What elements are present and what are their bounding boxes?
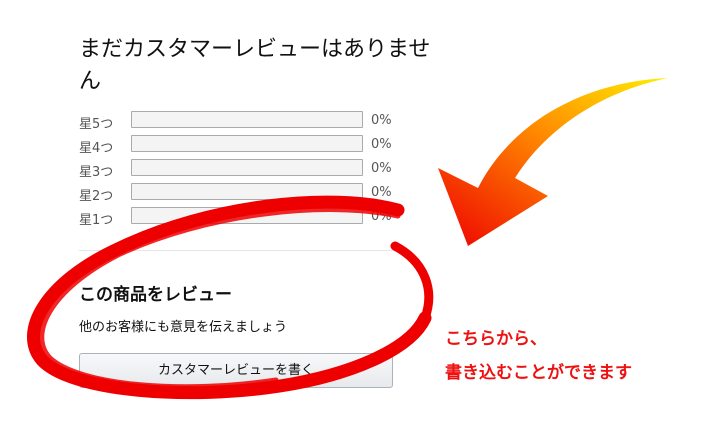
rating-bar[interactable] (131, 135, 363, 152)
rating-bar[interactable] (131, 111, 363, 128)
no-reviews-title: まだカスタマーレビューはありません (79, 37, 431, 94)
rating-label: 星3つ (79, 165, 114, 180)
rating-label: 星2つ (79, 189, 114, 204)
curved-arrow-icon (438, 78, 668, 246)
rating-percent[interactable]: 0% (371, 209, 392, 224)
rating-row-2[interactable]: 星2つ 0% (79, 183, 409, 204)
rating-label: 星4つ (79, 141, 114, 156)
annotation-text: こちらから、 書き込むことができます (445, 322, 632, 390)
rating-percent[interactable]: 0% (371, 185, 392, 200)
rating-bar[interactable] (131, 207, 363, 224)
rating-row-1[interactable]: 星1つ 0% (79, 207, 409, 228)
annotation-line-1: こちらから、 (445, 329, 547, 349)
rating-percent[interactable]: 0% (371, 161, 392, 176)
annotation-line-2: 書き込むことができます (445, 363, 632, 383)
rating-bar[interactable] (131, 159, 363, 176)
rating-row-4[interactable]: 星4つ 0% (79, 135, 409, 156)
write-review-heading: この商品をレビュー (79, 285, 232, 305)
divider (79, 250, 395, 251)
rating-percent[interactable]: 0% (371, 137, 392, 152)
write-review-subtext: 他のお客様にも意見を伝えましょう (79, 320, 288, 335)
rating-row-3[interactable]: 星3つ 0% (79, 159, 409, 180)
write-review-button[interactable]: カスタマーレビューを書く (79, 353, 393, 388)
rating-bar[interactable] (131, 183, 363, 200)
rating-label: 星5つ (79, 117, 114, 132)
rating-row-5[interactable]: 星5つ 0% (79, 111, 409, 132)
rating-percent[interactable]: 0% (371, 113, 392, 128)
rating-label: 星1つ (79, 213, 114, 228)
